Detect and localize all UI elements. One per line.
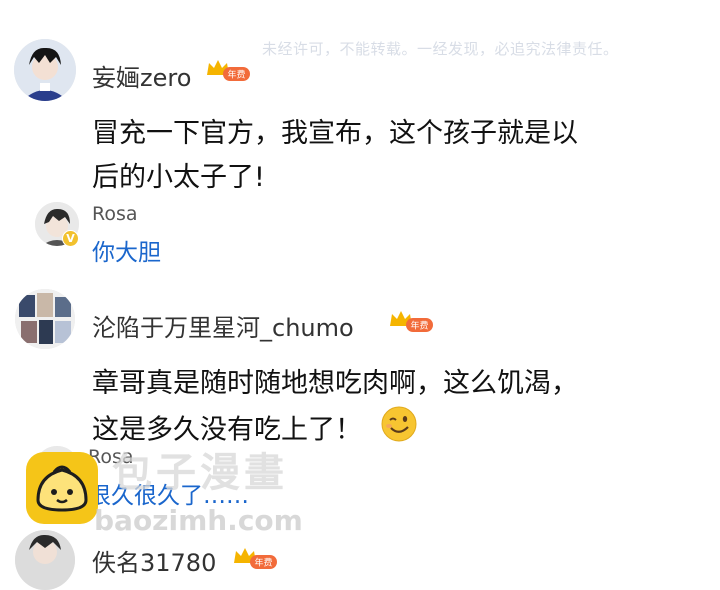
baozi-logo-icon [24,450,100,530]
avatar[interactable] [15,530,75,590]
comment-text-line: 章哥真是随时随地想吃肉啊，这么饥渴， [92,368,578,399]
comment-username[interactable]: 沦陷于万里星河_chumo [92,308,354,343]
comment-username[interactable]: 佚名31780 [92,543,216,578]
site-watermark-title: 包子漫畫 [112,450,288,496]
annual-member-badge: 年费 [388,308,434,340]
avatar[interactable] [15,289,75,349]
copyright-notice: 未经许可，不能转载。一经发现，必追究法律责任。 [262,40,619,58]
wink-emoji-icon [381,406,417,456]
verified-badge-icon: V [62,230,79,247]
badge-label: 年费 [227,69,245,81]
annual-member-badge: 年费 [205,57,251,89]
site-watermark-url: baozimh.com [94,504,303,537]
comment-username[interactable]: 妄婳zero [92,58,191,93]
comment-text: 冒充一下官方，我宣布，这个孩子就是以 后的小太子了! [92,112,702,200]
badge-label: 年费 [410,320,428,332]
reply-username[interactable]: Rosa [92,203,138,225]
annual-member-badge: 年费 [232,545,278,577]
comment-text-line: 冒充一下官方，我宣布，这个孩子就是以 [92,118,578,149]
avatar[interactable] [14,39,76,101]
comment-text-line: 后的小太子了! [92,162,265,193]
reply-text[interactable]: 你大胆 [92,233,161,267]
